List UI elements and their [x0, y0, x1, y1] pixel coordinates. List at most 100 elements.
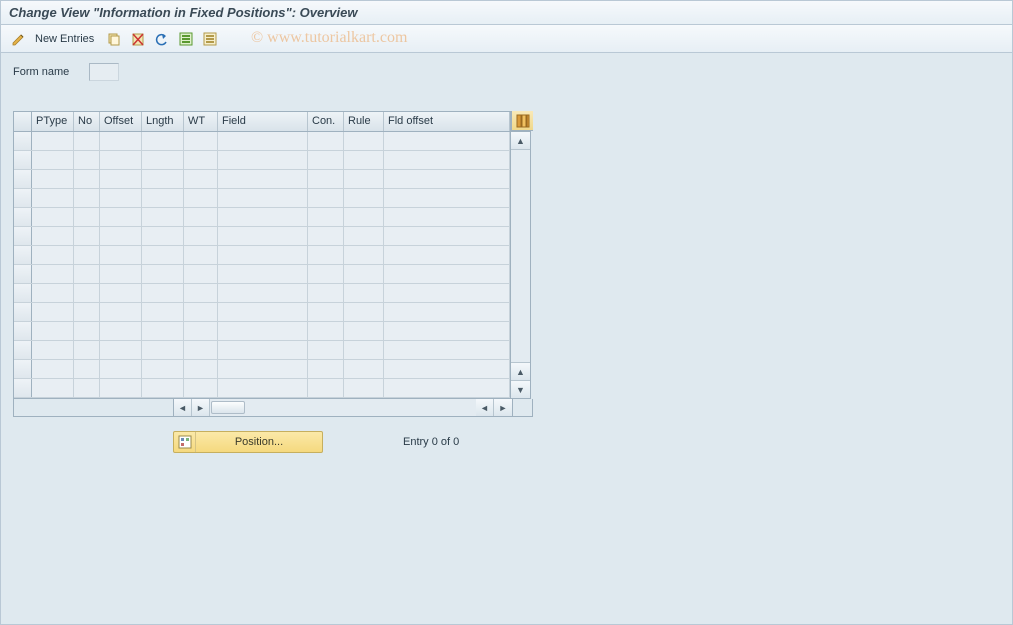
cell-field[interactable] [218, 303, 308, 321]
scroll-right-icon[interactable]: ► [192, 399, 210, 416]
cell-wt[interactable] [184, 246, 218, 264]
cell-con[interactable] [308, 284, 344, 302]
cell-no[interactable] [74, 341, 100, 359]
cell-rule[interactable] [344, 341, 384, 359]
cell-wt[interactable] [184, 322, 218, 340]
cell-offset[interactable] [100, 227, 142, 245]
column-header-wt[interactable]: WT [184, 112, 218, 131]
cell-rule[interactable] [344, 379, 384, 397]
delete-icon[interactable] [128, 29, 148, 49]
cell-no[interactable] [74, 379, 100, 397]
row-selector[interactable] [14, 227, 32, 245]
cell-lngth[interactable] [142, 379, 184, 397]
cell-no[interactable] [74, 246, 100, 264]
cell-ptype[interactable] [32, 151, 74, 169]
cell-offset[interactable] [100, 379, 142, 397]
horizontal-scroll-thumb[interactable] [211, 401, 245, 414]
row-selector[interactable] [14, 132, 32, 150]
cell-no[interactable] [74, 151, 100, 169]
cell-rule[interactable] [344, 227, 384, 245]
cell-lngth[interactable] [142, 132, 184, 150]
column-header-field[interactable]: Field [218, 112, 308, 131]
cell-con[interactable] [308, 379, 344, 397]
cell-ptype[interactable] [32, 189, 74, 207]
cell-fld[interactable] [384, 170, 510, 188]
cell-offset[interactable] [100, 132, 142, 150]
horizontal-scroll-track[interactable] [246, 399, 476, 416]
cell-offset[interactable] [100, 246, 142, 264]
cell-ptype[interactable] [32, 246, 74, 264]
cell-offset[interactable] [100, 360, 142, 378]
cell-offset[interactable] [100, 170, 142, 188]
cell-rule[interactable] [344, 151, 384, 169]
row-selector[interactable] [14, 341, 32, 359]
cell-offset[interactable] [100, 284, 142, 302]
row-selector[interactable] [14, 322, 32, 340]
cell-lngth[interactable] [142, 227, 184, 245]
row-selector[interactable] [14, 246, 32, 264]
cell-rule[interactable] [344, 189, 384, 207]
row-selector[interactable] [14, 379, 32, 397]
cell-wt[interactable] [184, 284, 218, 302]
cell-lngth[interactable] [142, 360, 184, 378]
cell-field[interactable] [218, 170, 308, 188]
cell-offset[interactable] [100, 341, 142, 359]
cell-offset[interactable] [100, 189, 142, 207]
cell-no[interactable] [74, 132, 100, 150]
cell-lngth[interactable] [142, 284, 184, 302]
cell-con[interactable] [308, 132, 344, 150]
cell-ptype[interactable] [32, 227, 74, 245]
cell-no[interactable] [74, 360, 100, 378]
cell-lngth[interactable] [142, 208, 184, 226]
cell-con[interactable] [308, 170, 344, 188]
cell-rule[interactable] [344, 132, 384, 150]
cell-rule[interactable] [344, 360, 384, 378]
cell-ptype[interactable] [32, 208, 74, 226]
cell-offset[interactable] [100, 151, 142, 169]
cell-wt[interactable] [184, 227, 218, 245]
cell-fld[interactable] [384, 189, 510, 207]
cell-ptype[interactable] [32, 322, 74, 340]
cell-fld[interactable] [384, 132, 510, 150]
cell-no[interactable] [74, 189, 100, 207]
cell-rule[interactable] [344, 322, 384, 340]
cell-fld[interactable] [384, 284, 510, 302]
cell-wt[interactable] [184, 170, 218, 188]
cell-field[interactable] [218, 322, 308, 340]
column-header-con[interactable]: Con. [308, 112, 344, 131]
cell-ptype[interactable] [32, 341, 74, 359]
vertical-scrollbar[interactable]: ▲ ▲ ▼ [511, 131, 531, 399]
cell-field[interactable] [218, 227, 308, 245]
cell-fld[interactable] [384, 265, 510, 283]
cell-ptype[interactable] [32, 360, 74, 378]
cell-lngth[interactable] [142, 341, 184, 359]
cell-con[interactable] [308, 322, 344, 340]
cell-field[interactable] [218, 208, 308, 226]
cell-no[interactable] [74, 303, 100, 321]
cell-wt[interactable] [184, 265, 218, 283]
cell-con[interactable] [308, 151, 344, 169]
row-selector[interactable] [14, 265, 32, 283]
cell-no[interactable] [74, 265, 100, 283]
cell-fld[interactable] [384, 379, 510, 397]
cell-rule[interactable] [344, 265, 384, 283]
cell-fld[interactable] [384, 303, 510, 321]
cell-fld[interactable] [384, 322, 510, 340]
cell-con[interactable] [308, 265, 344, 283]
pencil-icon[interactable] [9, 29, 29, 49]
cell-lngth[interactable] [142, 189, 184, 207]
scroll-down-icon[interactable]: ▼ [511, 380, 530, 398]
column-header-fld-offset[interactable]: Fld offset [384, 112, 510, 131]
cell-no[interactable] [74, 284, 100, 302]
column-header-no[interactable]: No [74, 112, 100, 131]
row-selector[interactable] [14, 360, 32, 378]
cell-con[interactable] [308, 189, 344, 207]
cell-no[interactable] [74, 208, 100, 226]
cell-lngth[interactable] [142, 322, 184, 340]
cell-offset[interactable] [100, 322, 142, 340]
cell-field[interactable] [218, 284, 308, 302]
row-selector[interactable] [14, 284, 32, 302]
scroll-right-end-icon[interactable]: ► [494, 399, 512, 416]
cell-no[interactable] [74, 227, 100, 245]
horizontal-scrollbar[interactable]: ◄ ► ◄ ► [13, 399, 533, 417]
